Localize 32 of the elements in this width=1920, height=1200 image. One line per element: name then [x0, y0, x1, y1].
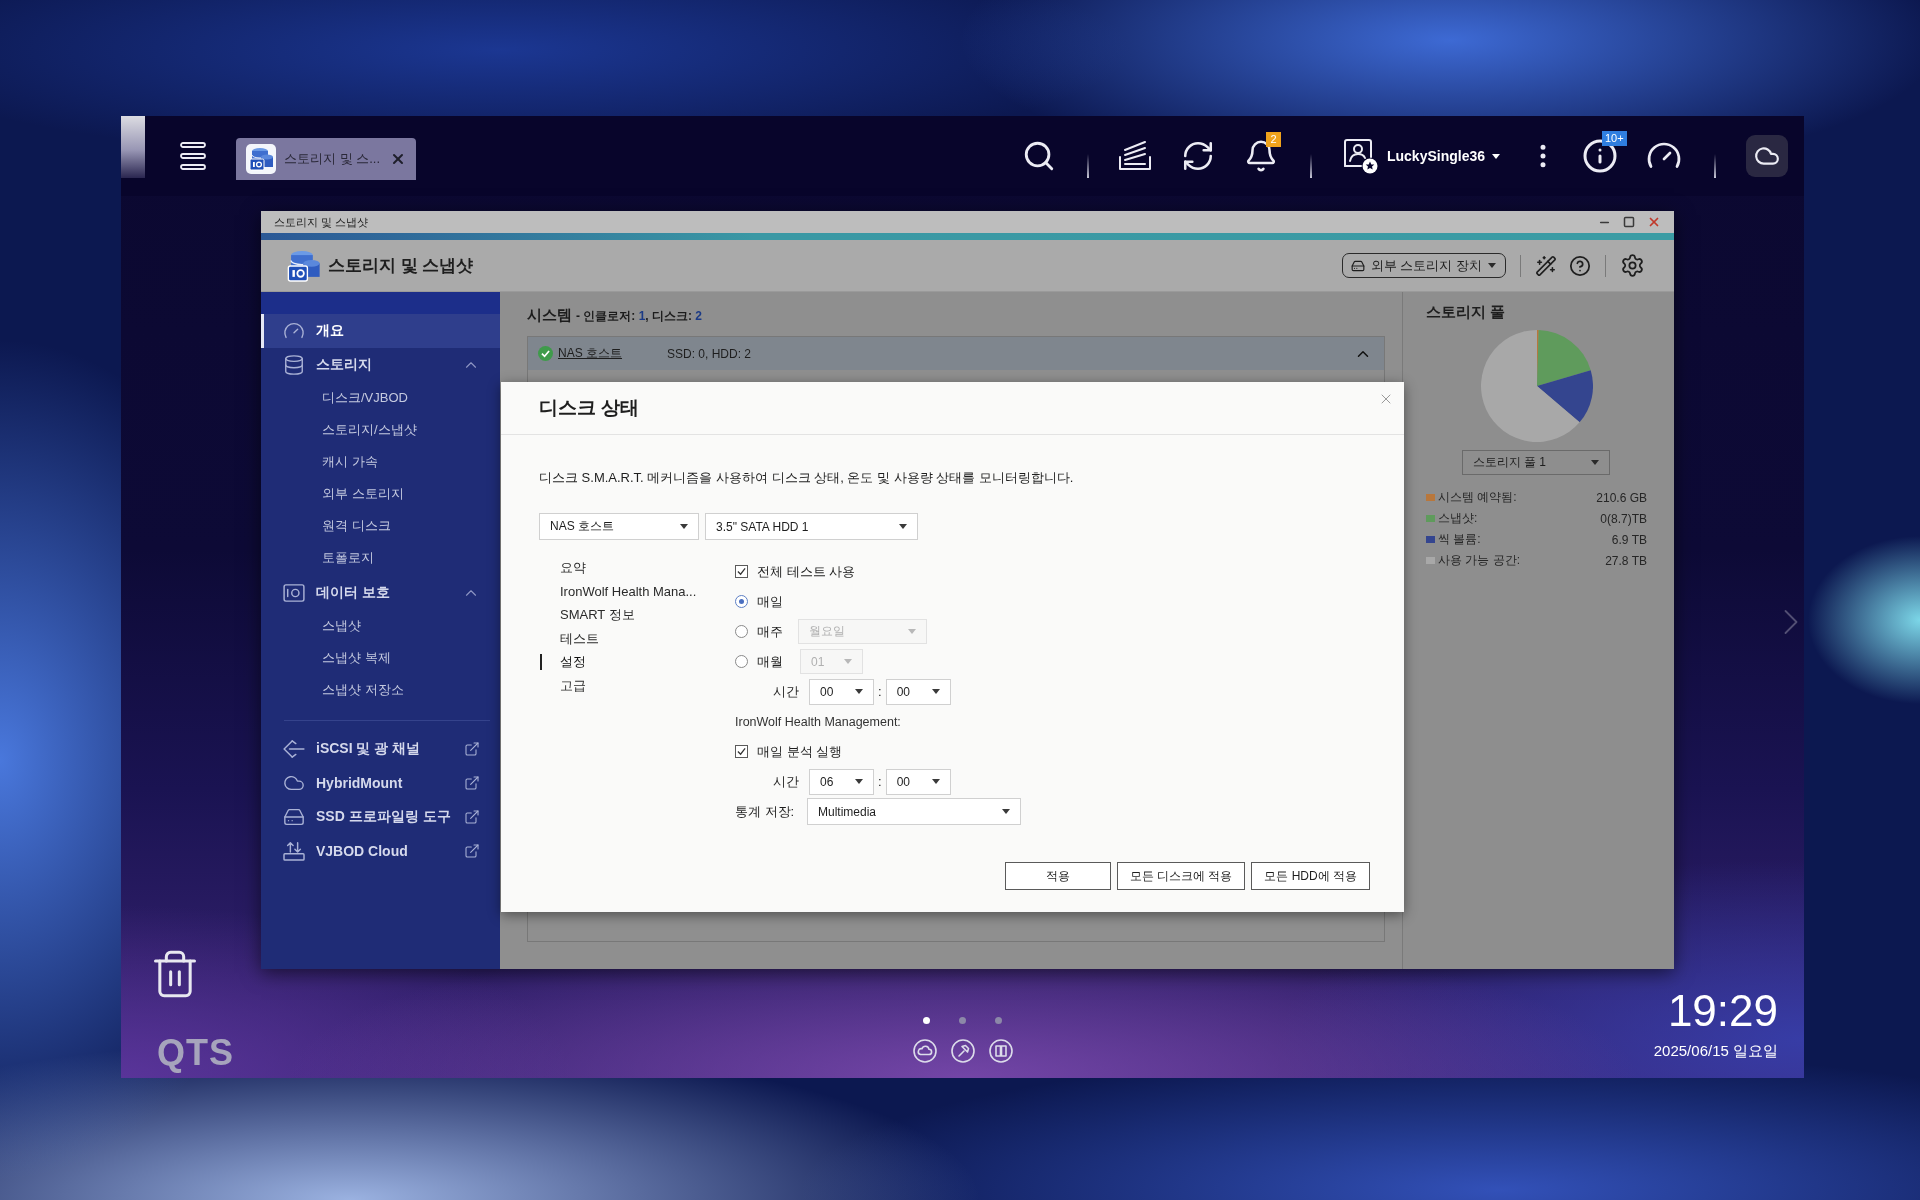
- brand-name: QTS: [157, 1032, 234, 1074]
- legend-value: 210.6 GB: [1596, 490, 1647, 505]
- legend-value: 0(8.7)TB: [1600, 511, 1647, 526]
- panel-title: 스토리지 풀: [1426, 303, 1506, 322]
- field-label: 시간: [773, 772, 799, 791]
- legend-value: 27.8 TB: [1605, 553, 1647, 568]
- legend-value: 6.9 TB: [1611, 532, 1647, 547]
- legend-label: 스냅샷:: [1438, 510, 1478, 527]
- section-title: 시스템: [527, 306, 572, 325]
- legend-label: 사용 가능 공간:: [1438, 552, 1520, 569]
- radio-label: 매일: [757, 592, 784, 611]
- legend-label: 시스템 예약됨:: [1438, 489, 1517, 506]
- legend-label: 씩 볼륨:: [1438, 531, 1481, 548]
- disk-count: SSD: 0, HDD: 2: [667, 346, 753, 361]
- count-badge: 2: [1265, 132, 1281, 147]
- clock: 19:29: [1667, 986, 1778, 1036]
- checkbox-label: 전체 테스트 사용: [757, 562, 856, 581]
- checkbox-label: 매일 분석 실행: [757, 742, 843, 761]
- dialog-title: 디스크 상태: [539, 396, 640, 420]
- field-label: 통계 저장:: [735, 802, 796, 821]
- time-separator: :: [878, 774, 882, 789]
- time-separator: :: [878, 684, 882, 699]
- app-title: 스토리지 및 스냅샷: [328, 255, 475, 277]
- date: 2025/06/15 일요일: [1653, 1042, 1778, 1061]
- radio-label: 매주: [757, 622, 784, 641]
- radio-label: 매월: [757, 652, 784, 671]
- enclosure-summary: - 인클로저: 1, 디스크: 2: [576, 308, 703, 325]
- dialog-description: 디스크 S.M.A.R.T. 메커니즘을 사용하여 디스크 상태, 온도 및 사용량 상태를 모니터링합니다.: [539, 470, 1075, 486]
- section-heading: IronWolf Health Management:: [735, 714, 901, 729]
- count-badge: 10+: [1602, 131, 1627, 146]
- field-label: 시간: [773, 682, 799, 701]
- window-title: 스토리지 및 스냅샷: [274, 214, 370, 230]
